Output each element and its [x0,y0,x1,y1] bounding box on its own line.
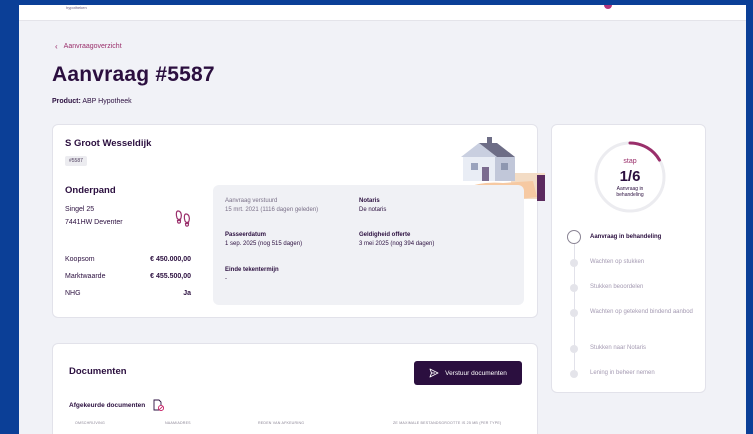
rejected-documents-title: Afgekeurde documenten [69,402,146,409]
column-header: ZE MAXIMALE BESTANDSGROOTTE IS 25 MB (PE… [393,421,502,425]
application-card: S Groot Wesseldijk #5587 Onderpand Singe… [52,124,545,318]
step-fraction: 1/6 [619,168,641,185]
notaris-label: Notaris [359,198,380,204]
user-avatar[interactable] [604,5,612,9]
column-header: REDEN VAN AFKEURING [258,421,305,425]
step-dot [570,370,578,378]
back-link[interactable]: ‹ Aanvraagoverzicht [55,42,122,51]
step-label: Wachten op getekend bindend aanbod [590,309,693,315]
step-label: Wachten op stukken [590,259,645,265]
step-status: Aanvraag in behandeling [616,186,644,198]
product-value: ABP Hypotheek [82,98,132,105]
step-item: Aanvraag in behandeling [566,230,695,244]
logo-subtitle: hypotheken [66,5,87,10]
product-line: Product: ABP Hypotheek [52,98,132,105]
notaris-value: De notaris [359,207,387,213]
send-documents-button[interactable]: Verstuur documenten [414,361,522,385]
top-bar: hypotheken [19,5,746,21]
back-link-label: Aanvraagoverzicht [63,43,122,50]
send-icon [429,368,439,378]
onderpand-title: Onderpand [65,185,116,196]
step-item: Wachten op getekend bindend aanbod [566,308,695,317]
progress-ring: stap 1/6 Aanvraag in behandeling [592,139,668,215]
client-name: S Groot Wesseldijk [65,138,152,149]
product-label: Product: [52,98,81,105]
documents-card: Documenten Verstuur documenten Afgekeurd… [52,343,538,434]
progress-card: stap 1/6 Aanvraag in behandeling Aanvraa… [551,124,706,393]
financial-value: € 450.000,00 [150,256,191,263]
step-item: Wachten op stukken [566,258,695,267]
step-item: Stukken beoordelen [566,283,695,292]
info-panel: Aanvraag verstuurd 15 mrt. 2021 (1116 da… [213,185,524,305]
app-screen: hypotheken ‹ Aanvraagoverzicht Aanvraag … [19,5,746,434]
tekentermijn-value: - [225,276,227,282]
documents-title: Documenten [69,366,127,377]
financial-label: NHG [65,290,81,297]
column-header: NAAM/ADRES [165,421,191,425]
financial-label: Marktwaarde [65,273,106,280]
rejected-document-icon [153,399,164,411]
geldigheid-label: Geldigheid offerte [359,232,411,238]
financial-label: Koopsom [65,256,95,263]
step-item: Lening in beheer nemen [566,369,695,378]
financial-value: Ja [183,290,191,297]
address-street: Singel 25 [65,206,95,213]
column-header: OMSCHRIJVING [75,421,105,425]
step-dot [570,345,578,353]
step-item: Stukken naar Notaris [566,344,695,353]
tekentermijn-label: Einde tekentermijn [225,267,279,273]
step-label: Stukken naar Notaris [590,345,647,351]
passeerdatum-label: Passeerdatum [225,232,267,238]
passeerdatum-value: 1 sep. 2025 (nog 515 dagen) [225,241,303,247]
step-label: Aanvraag in behandeling [590,234,662,240]
step-label: Lening in beheer nemen [590,370,655,376]
page-title: Aanvraag #5587 [52,63,215,86]
step-dot [570,309,578,317]
step-dot-current [567,230,581,244]
footprints-icon [175,210,190,227]
step-caption: stap [623,158,637,165]
application-id-badge: #5587 [65,156,87,166]
verstuurd-label: Aanvraag verstuurd [225,198,278,204]
financial-value: € 455.500,00 [150,273,191,280]
step-dot [570,259,578,267]
step-label: Stukken beoordelen [590,284,644,290]
geldigheid-value: 3 mei 2025 (nog 394 dagen) [359,241,435,247]
chevron-left-icon: ‹ [55,42,58,51]
verstuurd-value: 15 mrt. 2021 (1116 dagen geleden) [225,207,319,213]
step-dot [570,284,578,292]
address-city: 7441HW Deventer [65,219,123,226]
send-documents-label: Verstuur documenten [445,369,507,377]
